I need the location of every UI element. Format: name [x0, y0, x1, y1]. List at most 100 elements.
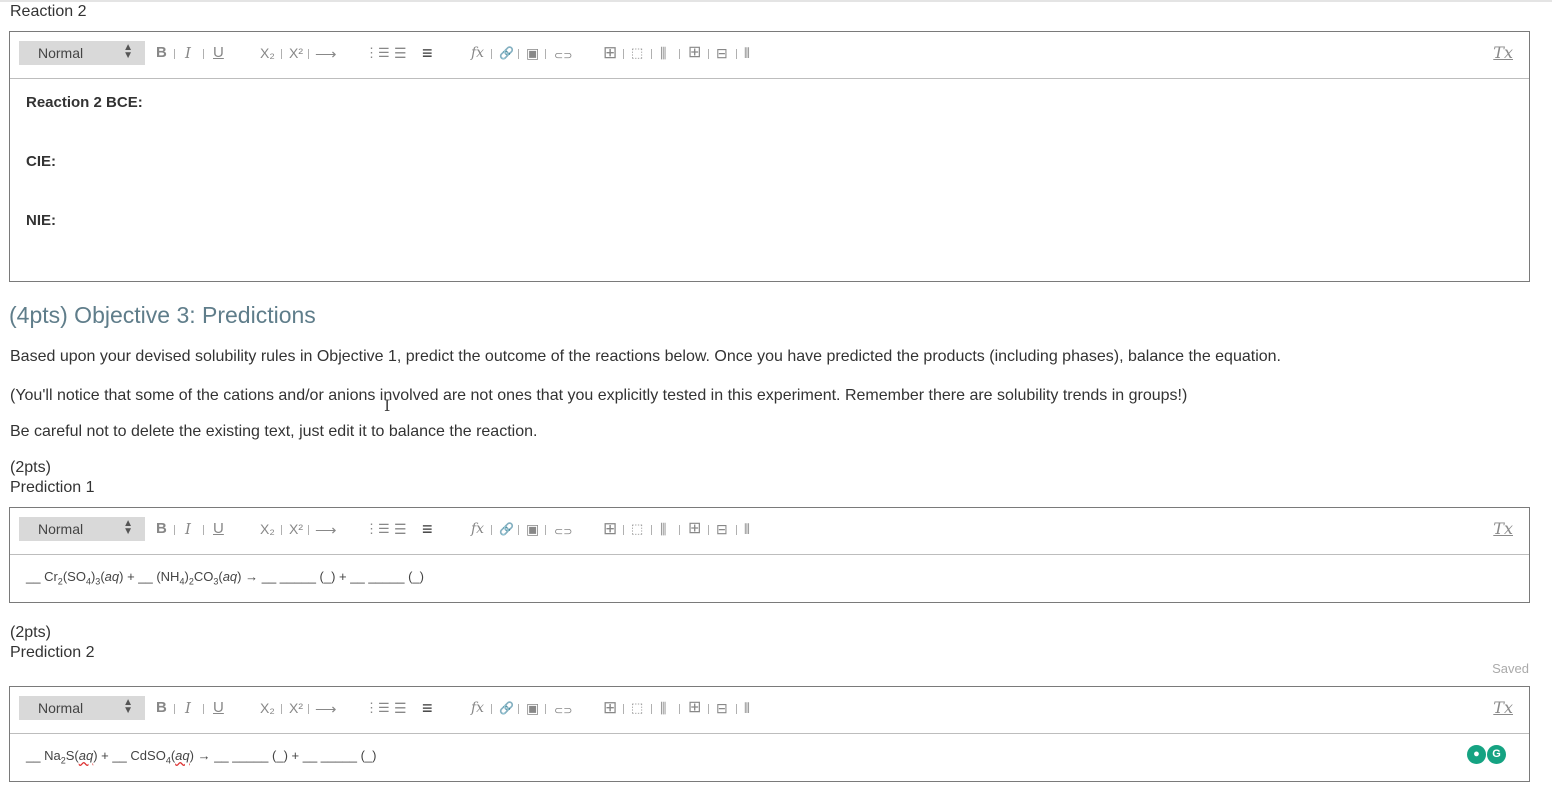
- bullet-list-button[interactable]: ☰: [394, 43, 407, 63]
- bold-button[interactable]: B: [156, 43, 167, 63]
- align-button[interactable]: ≡: [422, 519, 433, 539]
- insert-row-button[interactable]: ⬚: [631, 43, 643, 63]
- divider: [491, 525, 492, 535]
- divider: [545, 525, 546, 535]
- underline-button[interactable]: U: [213, 698, 224, 718]
- divider: [308, 49, 309, 59]
- attach-button[interactable]: ⊂⊃: [554, 522, 572, 542]
- bce-line: Reaction 2 BCE:: [26, 94, 143, 111]
- divider: [651, 525, 652, 535]
- link-button[interactable]: 🔗: [499, 43, 514, 63]
- divider: [545, 704, 546, 714]
- format-select[interactable]: Normal ▲ ▼: [19, 517, 145, 541]
- underline-button[interactable]: U: [213, 43, 224, 63]
- underline-button[interactable]: U: [213, 519, 224, 539]
- prediction2-editor[interactable]: Normal ▲ ▼ B I U X₂ X² ⟶ ⋮☰ ☰ ≡ fx 🔗 ▣ ⊂⊃…: [9, 686, 1530, 782]
- table-props-button[interactable]: ⊞: [688, 43, 701, 63]
- table-button[interactable]: ⊞: [603, 43, 617, 63]
- align-button[interactable]: ≡: [422, 698, 433, 718]
- formula-button[interactable]: fx: [471, 43, 484, 63]
- divider: [679, 525, 680, 535]
- divider: [174, 704, 175, 714]
- reaction2-editor[interactable]: Normal ▲ ▼ B I U X₂ X² ⟶ ⋮☰ ☰ ≡ fx 🔗 ▣ ⊂⊃…: [9, 31, 1530, 282]
- delete-row-button[interactable]: ⊟: [716, 519, 728, 539]
- prediction1-equation: __ Cr2(SO4)3(aq) + __ (NH4)2CO3(aq) → __…: [26, 569, 424, 587]
- attach-button[interactable]: ⊂⊃: [554, 701, 572, 721]
- align-button[interactable]: ≡: [422, 43, 433, 63]
- attach-button[interactable]: ⊂⊃: [554, 46, 572, 66]
- delete-row-button[interactable]: ⊟: [716, 43, 728, 63]
- insert-row-button[interactable]: ⬚: [631, 519, 643, 539]
- subscript-button[interactable]: X₂: [260, 698, 275, 718]
- delete-row-button[interactable]: ⊟: [716, 698, 728, 718]
- table-props-button[interactable]: ⊞: [688, 698, 701, 718]
- text-cursor-icon: I: [384, 396, 391, 415]
- bold-button[interactable]: B: [156, 698, 167, 718]
- superscript-button[interactable]: X²: [289, 43, 303, 63]
- table-button[interactable]: ⊞: [603, 698, 617, 718]
- editor-toolbar: Normal ▲ ▼ B I U X₂ X² ⟶ ⋮☰ ☰ ≡ fx 🔗 ▣ ⊂⊃…: [10, 32, 1529, 79]
- divider: [679, 49, 680, 59]
- clear-format-button[interactable]: Tx: [1493, 43, 1513, 62]
- prediction2-points: (2pts): [10, 624, 51, 641]
- delete-col-button[interactable]: ⫴: [744, 519, 750, 539]
- select-arrows-icon: ▲ ▼: [123, 42, 133, 61]
- italic-button[interactable]: I: [185, 698, 191, 718]
- divider: [203, 704, 204, 714]
- reaction2-label: Reaction 2: [10, 3, 87, 20]
- image-button[interactable]: ▣: [526, 698, 539, 718]
- divider: [736, 525, 737, 535]
- divider: [308, 704, 309, 714]
- grammarly-suggestion-icon[interactable]: ●: [1467, 745, 1486, 764]
- link-button[interactable]: 🔗: [499, 519, 514, 539]
- divider: [708, 525, 709, 535]
- clear-format-button[interactable]: Tx: [1493, 698, 1513, 717]
- format-select[interactable]: Normal ▲ ▼: [19, 696, 145, 720]
- objective-paragraph-3: Be careful not to delete the existing te…: [10, 423, 538, 440]
- italic-button[interactable]: I: [185, 519, 191, 539]
- superscript-button[interactable]: X²: [289, 698, 303, 718]
- insert-col-button[interactable]: ⫼: [660, 43, 666, 63]
- insert-row-button[interactable]: ⬚: [631, 698, 643, 718]
- link-button[interactable]: 🔗: [499, 698, 514, 718]
- delete-col-button[interactable]: ⫴: [744, 698, 750, 718]
- divider: [708, 704, 709, 714]
- italic-button[interactable]: I: [185, 43, 191, 63]
- insert-col-button[interactable]: ⫼: [660, 698, 666, 718]
- grammarly-icon[interactable]: G: [1487, 745, 1506, 764]
- divider: [736, 49, 737, 59]
- table-button[interactable]: ⊞: [603, 519, 617, 539]
- divider: [623, 525, 624, 535]
- format-select[interactable]: Normal ▲ ▼: [19, 41, 145, 65]
- divider: [518, 49, 519, 59]
- arrow-button[interactable]: ⟶: [315, 45, 337, 65]
- ordered-list-button[interactable]: ⋮☰: [365, 519, 390, 539]
- image-button[interactable]: ▣: [526, 519, 539, 539]
- divider: [491, 49, 492, 59]
- clear-format-button[interactable]: Tx: [1493, 519, 1513, 538]
- grammarly-widget[interactable]: ● G: [1466, 744, 1506, 764]
- subscript-button[interactable]: X₂: [260, 519, 275, 539]
- arrow-button[interactable]: ⟶: [315, 700, 337, 720]
- prediction1-points: (2pts): [10, 459, 51, 476]
- divider: [281, 525, 282, 535]
- table-props-button[interactable]: ⊞: [688, 519, 701, 539]
- bullet-list-button[interactable]: ☰: [394, 519, 407, 539]
- top-divider: [0, 0, 1552, 2]
- insert-col-button[interactable]: ⫼: [660, 519, 666, 539]
- formula-button[interactable]: fx: [471, 519, 484, 539]
- superscript-button[interactable]: X²: [289, 519, 303, 539]
- divider: [708, 49, 709, 59]
- prediction1-editor[interactable]: Normal ▲ ▼ B I U X₂ X² ⟶ ⋮☰ ☰ ≡ fx 🔗 ▣ ⊂⊃…: [9, 507, 1530, 603]
- subscript-button[interactable]: X₂: [260, 43, 275, 63]
- image-button[interactable]: ▣: [526, 43, 539, 63]
- arrow-button[interactable]: ⟶: [315, 521, 337, 541]
- bold-button[interactable]: B: [156, 519, 167, 539]
- bullet-list-button[interactable]: ☰: [394, 698, 407, 718]
- formula-button[interactable]: fx: [471, 698, 484, 718]
- delete-col-button[interactable]: ⫴: [744, 43, 750, 63]
- editor-toolbar: Normal ▲ ▼ B I U X₂ X² ⟶ ⋮☰ ☰ ≡ fx 🔗 ▣ ⊂⊃…: [10, 508, 1529, 555]
- ordered-list-button[interactable]: ⋮☰: [365, 43, 390, 63]
- ordered-list-button[interactable]: ⋮☰: [365, 698, 390, 718]
- divider: [491, 704, 492, 714]
